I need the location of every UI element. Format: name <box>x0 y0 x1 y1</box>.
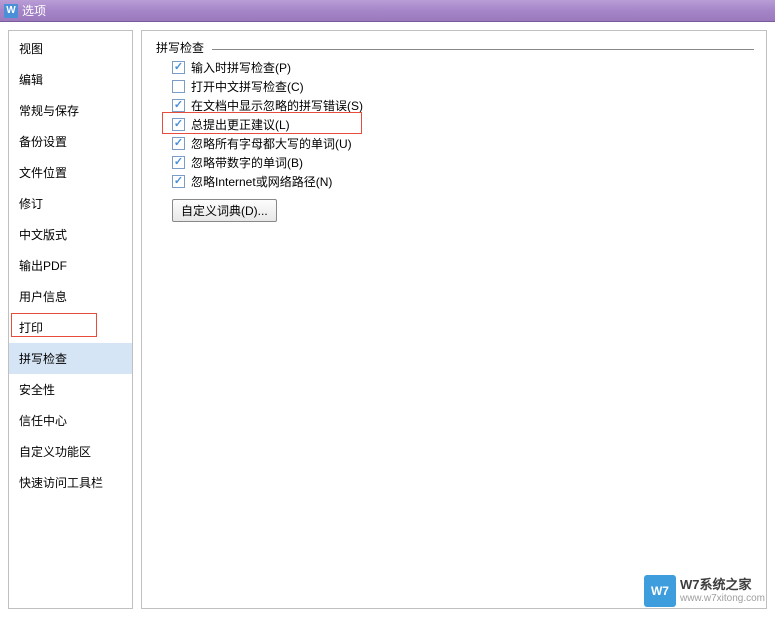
checkbox[interactable] <box>172 118 185 131</box>
sidebar-item[interactable]: 视图 <box>9 33 132 64</box>
content-area: 视图编辑常规与保存备份设置文件位置修订中文版式输出PDF用户信息打印拼写检查安全… <box>0 22 775 617</box>
checkbox-row: 在文档中显示忽略的拼写错误(S) <box>154 96 754 115</box>
sidebar-item[interactable]: 用户信息 <box>9 281 132 312</box>
sidebar-item[interactable]: 修订 <box>9 188 132 219</box>
sidebar-item[interactable]: 编辑 <box>9 64 132 95</box>
sidebar-item[interactable]: 自定义功能区 <box>9 436 132 467</box>
watermark: W7 W7系统之家 www.w7xitong.com <box>644 575 765 607</box>
checkbox-row: 输入时拼写检查(P) <box>154 58 754 77</box>
custom-dictionary-button[interactable]: 自定义词典(D)... <box>172 199 277 222</box>
window-title: 选项 <box>22 2 46 19</box>
sidebar: 视图编辑常规与保存备份设置文件位置修订中文版式输出PDF用户信息打印拼写检查安全… <box>8 30 133 609</box>
checkbox-label: 在文档中显示忽略的拼写错误(S) <box>191 97 363 114</box>
checkbox-label: 忽略带数字的单词(B) <box>191 154 303 171</box>
sidebar-item[interactable]: 中文版式 <box>9 219 132 250</box>
sidebar-item[interactable]: 拼写检查 <box>9 343 132 374</box>
checkbox-row: 总提出更正建议(L) <box>154 115 754 134</box>
sidebar-item[interactable]: 文件位置 <box>9 157 132 188</box>
sidebar-item[interactable]: 打印 <box>9 312 132 343</box>
checkbox-row: 忽略带数字的单词(B) <box>154 153 754 172</box>
checkbox-label: 总提出更正建议(L) <box>191 116 290 133</box>
group-divider <box>212 49 754 50</box>
checkbox[interactable] <box>172 99 185 112</box>
watermark-text: W7系统之家 www.w7xitong.com <box>680 577 765 605</box>
sidebar-item[interactable]: 快速访问工具栏 <box>9 467 132 498</box>
checkbox-label: 忽略Internet或网络路径(N) <box>191 173 332 190</box>
watermark-line2: www.w7xitong.com <box>680 593 765 605</box>
checkbox[interactable] <box>172 156 185 169</box>
checkbox[interactable] <box>172 61 185 74</box>
sidebar-item[interactable]: 备份设置 <box>9 126 132 157</box>
checkbox-row: 忽略Internet或网络路径(N) <box>154 172 754 191</box>
sidebar-item[interactable]: 安全性 <box>9 374 132 405</box>
sidebar-item[interactable]: 信任中心 <box>9 405 132 436</box>
group-label: 拼写检查 <box>154 39 206 56</box>
checkbox-label: 打开中文拼写检查(C) <box>191 78 304 95</box>
titlebar: W 选项 <box>0 0 775 22</box>
watermark-line1: W7系统之家 <box>680 577 765 593</box>
sidebar-item[interactable]: 输出PDF <box>9 250 132 281</box>
checkbox-label: 忽略所有字母都大写的单词(U) <box>191 135 352 152</box>
sidebar-item[interactable]: 常规与保存 <box>9 95 132 126</box>
checkbox[interactable] <box>172 137 185 150</box>
checkbox-row: 打开中文拼写检查(C) <box>154 77 754 96</box>
checkbox[interactable] <box>172 175 185 188</box>
checkbox-label: 输入时拼写检查(P) <box>191 59 291 76</box>
checkbox-list: 输入时拼写检查(P) 打开中文拼写检查(C) 在文档中显示忽略的拼写错误(S) 总提出… <box>154 58 754 191</box>
checkbox-row: 忽略所有字母都大写的单词(U) <box>154 134 754 153</box>
checkbox[interactable] <box>172 80 185 93</box>
main-panel: 拼写检查 输入时拼写检查(P) 打开中文拼写检查(C) 在文档中显示忽略的拼写错误(… <box>141 30 767 609</box>
app-icon: W <box>4 4 18 18</box>
watermark-icon: W7 <box>644 575 676 607</box>
